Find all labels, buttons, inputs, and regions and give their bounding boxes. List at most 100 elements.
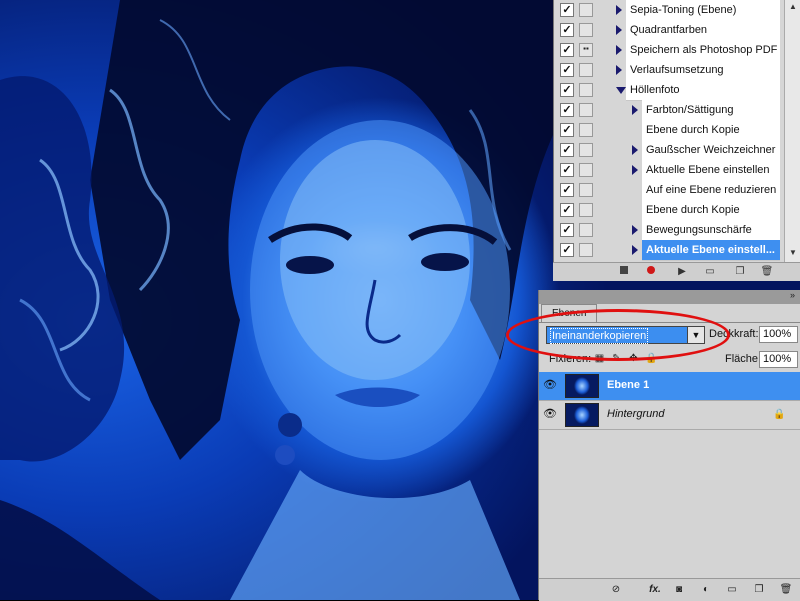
action-item[interactable]: ✓ ▪▪ Speichern als Photoshop PDF <box>554 40 800 61</box>
checkbox[interactable]: ✓ <box>560 3 574 17</box>
layer-name: Hintergrund <box>607 408 665 420</box>
lock-all-icon[interactable]: 🔒 <box>645 353 657 364</box>
lock-position-icon[interactable]: ✥ <box>628 353 639 364</box>
actions-toolbar: ▶ ▭ ❐ 🗑 <box>553 262 800 281</box>
action-item[interactable]: ✓ Verlaufsumsetzung <box>554 60 800 81</box>
adjustment-icon[interactable]: ◐ <box>699 583 713 597</box>
expand-right-icon[interactable] <box>632 105 638 115</box>
action-item[interactable]: ✓ Ebene durch Kopie <box>554 200 800 221</box>
fx-icon[interactable]: fx. <box>645 583 665 597</box>
lock-transparency-icon[interactable]: ▦ <box>594 353 605 364</box>
action-label: Verlaufsumsetzung <box>626 60 780 81</box>
dialog-toggle-icon[interactable] <box>579 163 593 177</box>
chevron-down-icon[interactable]: ▼ <box>687 326 705 344</box>
expand-right-icon[interactable] <box>632 245 638 255</box>
layer-row[interactable]: 👁 Ebene 1 <box>539 372 800 401</box>
link-icon[interactable]: ⊘ <box>609 583 623 597</box>
stop-icon[interactable] <box>617 265 631 278</box>
dialog-toggle-icon[interactable] <box>579 63 593 77</box>
scroll-down-icon[interactable]: ▼ <box>788 248 798 257</box>
delete-icon[interactable]: 🗑 <box>760 265 774 278</box>
checkbox[interactable]: ✓ <box>560 163 574 177</box>
record-icon[interactable] <box>644 265 658 278</box>
checkbox[interactable]: ✓ <box>560 203 574 217</box>
opacity-input[interactable]: 100% <box>759 326 798 343</box>
dialog-toggle-icon[interactable] <box>579 203 593 217</box>
layer-name: Ebene 1 <box>607 379 650 391</box>
expand-right-icon[interactable] <box>616 5 622 15</box>
action-item[interactable]: ✓ Ebene durch Kopie <box>554 120 800 141</box>
action-label: Quadrantfarben <box>626 20 780 41</box>
layers-toolbar: ⊘ fx. ◙ ◐ ▭ ❐ 🗑 <box>539 578 800 601</box>
action-label: Aktuelle Ebene einstell... <box>642 240 780 261</box>
checkbox[interactable]: ✓ <box>560 43 574 57</box>
action-label: Speichern als Photoshop PDF <box>626 40 780 61</box>
checkbox[interactable]: ✓ <box>560 243 574 257</box>
action-item[interactable]: ✓ Auf eine Ebene reduzieren <box>554 180 800 201</box>
dialog-toggle-icon[interactable] <box>579 23 593 37</box>
action-item[interactable]: ✓ Höllenfoto <box>554 80 800 101</box>
dialog-toggle-icon[interactable] <box>579 143 593 157</box>
dialog-toggle-icon[interactable] <box>579 83 593 97</box>
action-label: Gaußscher Weichzeichner <box>642 140 780 161</box>
expand-right-icon[interactable] <box>632 165 638 175</box>
blend-mode-select[interactable]: Ineinanderkopieren <box>546 326 705 344</box>
play-icon[interactable]: ▶ <box>675 265 689 278</box>
action-label: Aktuelle Ebene einstellen <box>642 160 780 181</box>
checkbox[interactable]: ✓ <box>560 143 574 157</box>
dialog-toggle-icon[interactable] <box>579 243 593 257</box>
dialog-toggle-icon[interactable] <box>579 103 593 117</box>
scroll-up-icon[interactable]: ▲ <box>788 2 798 11</box>
checkbox[interactable]: ✓ <box>560 103 574 117</box>
action-item[interactable]: ✓ Quadrantfarben <box>554 20 800 41</box>
lock-pixels-icon[interactable]: ✎ <box>611 353 622 364</box>
actions-panel: ✓ Sepia-Toning (Ebene) ✓ Quadrantfarben ✓ ▪▪ S… <box>553 0 800 280</box>
checkbox[interactable]: ✓ <box>560 123 574 137</box>
fill-input[interactable]: 100% <box>759 351 798 368</box>
action-item[interactable]: ✓ Aktuelle Ebene einstellen <box>554 160 800 181</box>
expand-right-icon[interactable] <box>632 145 638 155</box>
layer-row[interactable]: 👁 Hintergrund 🔒 <box>539 401 800 430</box>
checkbox[interactable]: ✓ <box>560 23 574 37</box>
new-layer-icon[interactable]: ❐ <box>752 583 766 597</box>
checkbox[interactable]: ✓ <box>560 223 574 237</box>
blend-mode-value: Ineinanderkopieren <box>550 328 649 344</box>
checkbox[interactable]: ✓ <box>560 63 574 77</box>
eye-icon[interactable]: 👁 <box>543 379 557 391</box>
collapse-icon[interactable]: » <box>790 290 795 300</box>
tab-layers[interactable]: Ebenen <box>541 304 598 323</box>
tab-divider <box>539 322 800 323</box>
expand-down-icon[interactable] <box>616 87 626 94</box>
action-item[interactable]: ✓ Gaußscher Weichzeichner <box>554 140 800 161</box>
lock-label: Fixieren: <box>549 353 592 365</box>
eye-icon[interactable]: 👁 <box>543 408 557 420</box>
layers-panel: » Ebenen Ineinanderkopieren ▼ Deckkraft:… <box>538 290 800 601</box>
expand-right-icon[interactable] <box>616 65 622 75</box>
trash-icon[interactable]: 🗑 <box>779 583 793 597</box>
expand-right-icon[interactable] <box>616 25 622 35</box>
checkbox[interactable]: ✓ <box>560 183 574 197</box>
dialog-toggle-icon[interactable] <box>579 183 593 197</box>
opacity-label: Deckkraft: <box>709 328 759 340</box>
action-item[interactable]: ✓ Bewegungsunschärfe <box>554 220 800 241</box>
expand-right-icon[interactable] <box>632 225 638 235</box>
dialog-toggle-icon[interactable] <box>579 3 593 17</box>
new-action-icon[interactable]: ❐ <box>733 265 747 278</box>
new-set-icon[interactable]: ▭ <box>703 265 717 278</box>
dialog-toggle-icon[interactable]: ▪▪ <box>579 43 593 57</box>
action-item[interactable]: ✓ Farbton/Sättigung <box>554 100 800 121</box>
lock-icon: 🔒 <box>773 409 786 420</box>
actions-scrollbar[interactable]: ▲ ▼ <box>784 0 800 262</box>
dialog-toggle-icon[interactable] <box>579 123 593 137</box>
expand-right-icon[interactable] <box>616 45 622 55</box>
panel-title-bar[interactable]: » <box>539 290 800 304</box>
action-label: Sepia-Toning (Ebene) <box>626 0 780 21</box>
action-item[interactable]: ✓ Aktuelle Ebene einstell... <box>554 240 800 261</box>
action-item[interactable]: ✓ Sepia-Toning (Ebene) <box>554 0 800 21</box>
layer-thumbnail <box>565 403 599 427</box>
group-icon[interactable]: ▭ <box>725 583 739 597</box>
mask-icon[interactable]: ◙ <box>672 583 686 597</box>
checkbox[interactable]: ✓ <box>560 83 574 97</box>
action-label: Ebene durch Kopie <box>642 200 780 221</box>
dialog-toggle-icon[interactable] <box>579 223 593 237</box>
